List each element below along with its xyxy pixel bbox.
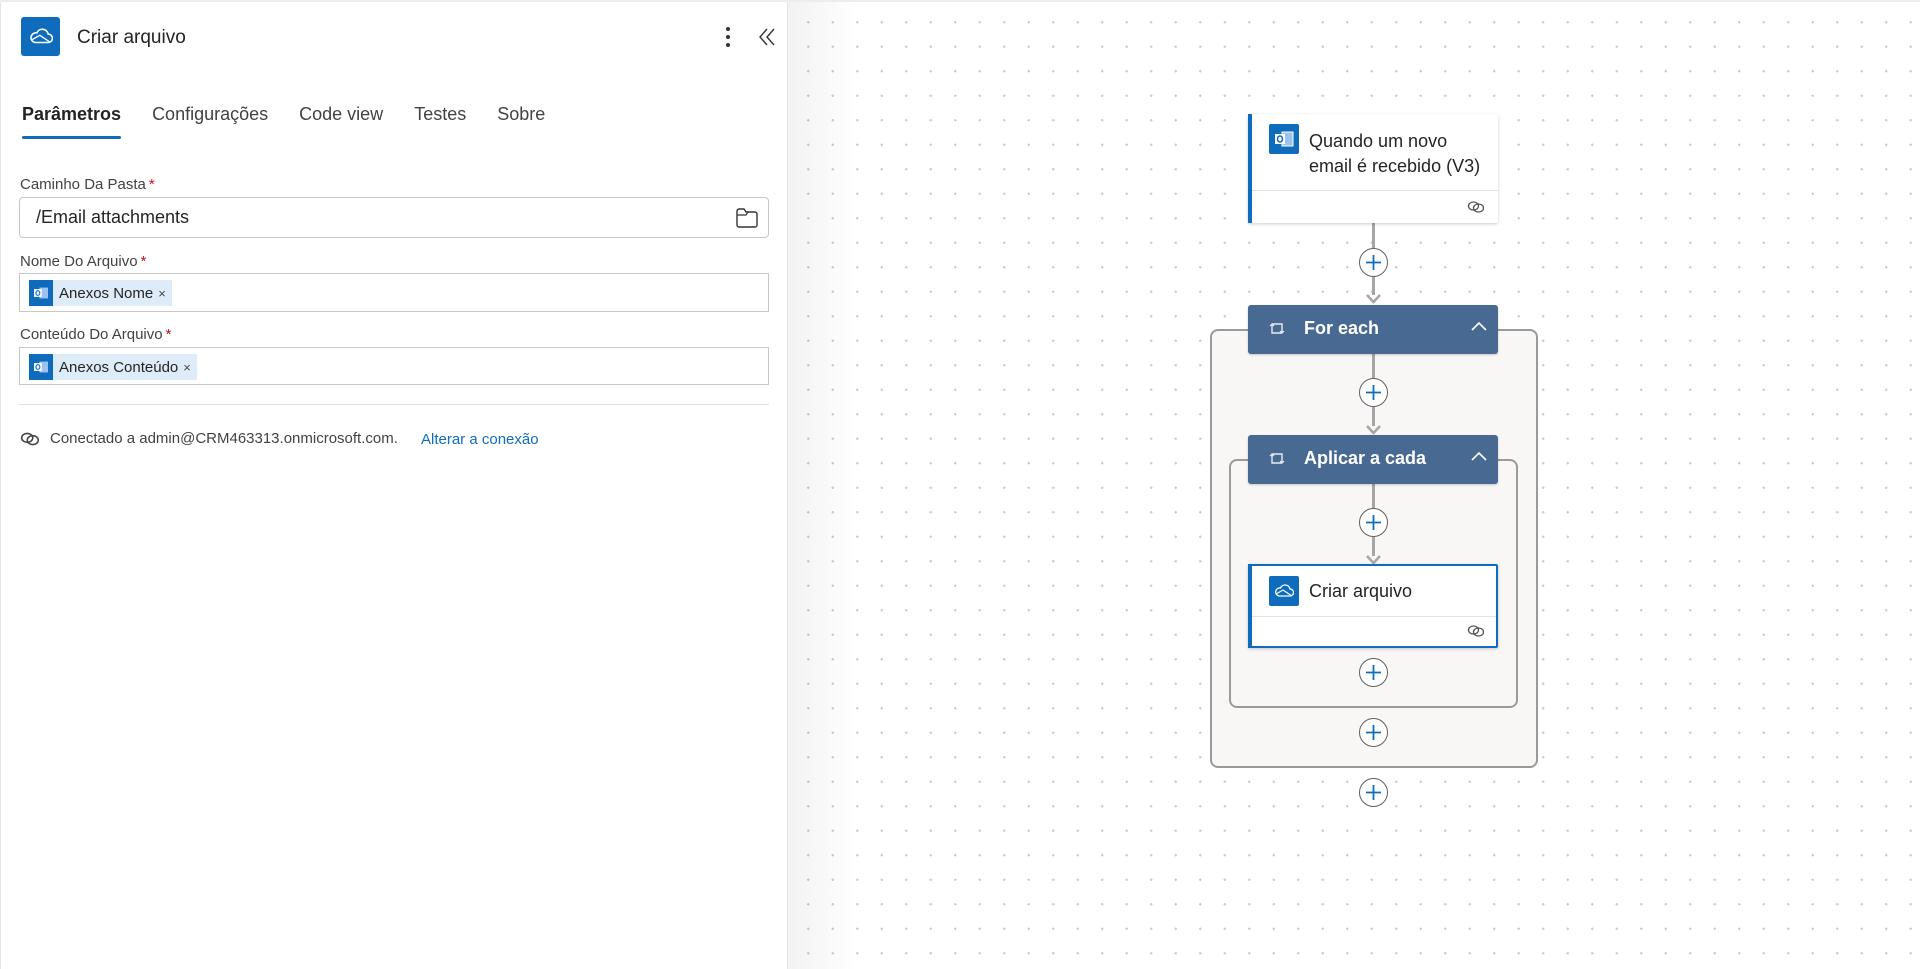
arrow-down-icon bbox=[1366, 294, 1381, 304]
connection-text: Conectado a admin@CRM463313.onmicrosoft.… bbox=[50, 430, 398, 447]
more-vertical-icon bbox=[726, 35, 730, 39]
trigger-card[interactable]: Quando um novo email é recebido (V3) bbox=[1248, 114, 1498, 223]
chevron-up-icon[interactable] bbox=[1470, 449, 1488, 463]
loop-icon bbox=[1269, 453, 1285, 464]
arrow-down-icon bbox=[1366, 425, 1381, 435]
outlook-icon bbox=[29, 354, 53, 380]
tab-sobre[interactable]: Sobre bbox=[497, 104, 545, 139]
onedrive-cloud-icon bbox=[1269, 576, 1299, 606]
outlook-icon bbox=[29, 280, 53, 306]
required-mark: * bbox=[148, 176, 155, 193]
add-step-button[interactable] bbox=[1359, 778, 1388, 807]
outlook-icon bbox=[1269, 124, 1299, 154]
tab-configuracoes[interactable]: Configurações bbox=[152, 104, 268, 139]
section-divider bbox=[19, 404, 769, 405]
tab-parametros[interactable]: Parâmetros bbox=[22, 104, 122, 139]
connection-info: Conectado a admin@CRM463313.onmicrosoft.… bbox=[20, 430, 398, 447]
file-name-input[interactable]: Anexos Nome × bbox=[19, 273, 769, 312]
label-text: Conteúdo Do Arquivo bbox=[20, 326, 163, 343]
token-label: Anexos Nome bbox=[59, 284, 154, 302]
action-details-panel: Criar arquivo Parâmetros Configurações C… bbox=[0, 0, 788, 969]
plus-icon bbox=[1366, 385, 1381, 400]
panel-tabs: Parâmetros Configurações Code view Teste… bbox=[22, 104, 545, 139]
more-vertical-icon bbox=[726, 43, 730, 47]
tab-code-view[interactable]: Code view bbox=[299, 104, 383, 139]
panel-title: Criar arquivo bbox=[77, 27, 186, 48]
remove-token-button[interactable]: × bbox=[158, 286, 166, 301]
add-step-button[interactable] bbox=[1359, 378, 1388, 407]
dynamic-content-token[interactable]: Anexos Nome × bbox=[29, 280, 172, 306]
folder-path-value: /Email attachments bbox=[36, 207, 190, 227]
card-accent bbox=[1248, 114, 1252, 223]
plus-icon bbox=[1366, 515, 1381, 530]
dynamic-content-token[interactable]: Anexos Conteúdo × bbox=[29, 354, 197, 380]
add-step-button[interactable] bbox=[1359, 248, 1388, 277]
remove-token-button[interactable]: × bbox=[183, 360, 191, 375]
required-mark: * bbox=[140, 253, 147, 270]
tab-testes[interactable]: Testes bbox=[414, 104, 466, 139]
required-mark: * bbox=[165, 326, 172, 343]
create-file-title: Criar arquivo bbox=[1309, 581, 1413, 601]
plus-icon bbox=[1366, 785, 1381, 800]
plus-icon bbox=[1366, 725, 1381, 740]
add-step-button[interactable] bbox=[1359, 718, 1388, 747]
add-step-button[interactable] bbox=[1359, 658, 1388, 687]
token-label: Anexos Conteúdo bbox=[59, 358, 179, 376]
card-separator bbox=[1252, 616, 1496, 617]
plus-icon bbox=[1366, 255, 1381, 270]
folder-path-input[interactable]: /Email attachments bbox=[19, 197, 769, 238]
change-connection-link[interactable]: Alterar a conexão bbox=[421, 431, 539, 448]
app-root: Quando um novo email é recebido (V3) For… bbox=[0, 0, 1920, 969]
plus-icon bbox=[1366, 665, 1381, 680]
label-text: Caminho Da Pasta bbox=[20, 176, 146, 193]
more-vertical-icon bbox=[726, 27, 730, 31]
connection-link-icon bbox=[1467, 201, 1485, 213]
file-name-label: Nome Do Arquivo * bbox=[20, 253, 146, 270]
add-step-button[interactable] bbox=[1359, 508, 1388, 537]
card-accent bbox=[1248, 564, 1252, 648]
folder-path-label: Caminho Da Pasta * bbox=[20, 176, 155, 193]
file-content-label: Conteúdo Do Arquivo * bbox=[20, 326, 171, 343]
top-border bbox=[0, 0, 1920, 2]
onedrive-cloud-icon bbox=[21, 17, 60, 56]
create-file-card[interactable]: Criar arquivo bbox=[1248, 564, 1498, 648]
card-separator bbox=[1252, 190, 1498, 191]
label-text: Nome Do Arquivo bbox=[20, 253, 138, 270]
loop-icon bbox=[1269, 323, 1285, 334]
apply-each-header[interactable]: Aplicar a cada bbox=[1248, 435, 1498, 484]
connection-link-icon bbox=[20, 432, 40, 445]
file-content-input[interactable]: Anexos Conteúdo × bbox=[19, 347, 769, 385]
trigger-title: Quando um novo email é recebido (V3) bbox=[1309, 131, 1481, 176]
apply-each-title: Aplicar a cada bbox=[1304, 448, 1427, 468]
for-each-title: For each bbox=[1304, 318, 1380, 338]
chevron-up-icon[interactable] bbox=[1470, 319, 1488, 333]
double-chevron-left-icon[interactable] bbox=[755, 24, 781, 50]
connection-link-icon bbox=[1467, 625, 1485, 637]
for-each-header[interactable]: For each bbox=[1248, 305, 1498, 354]
folder-icon[interactable] bbox=[735, 207, 759, 229]
more-options-button[interactable] bbox=[717, 24, 739, 50]
